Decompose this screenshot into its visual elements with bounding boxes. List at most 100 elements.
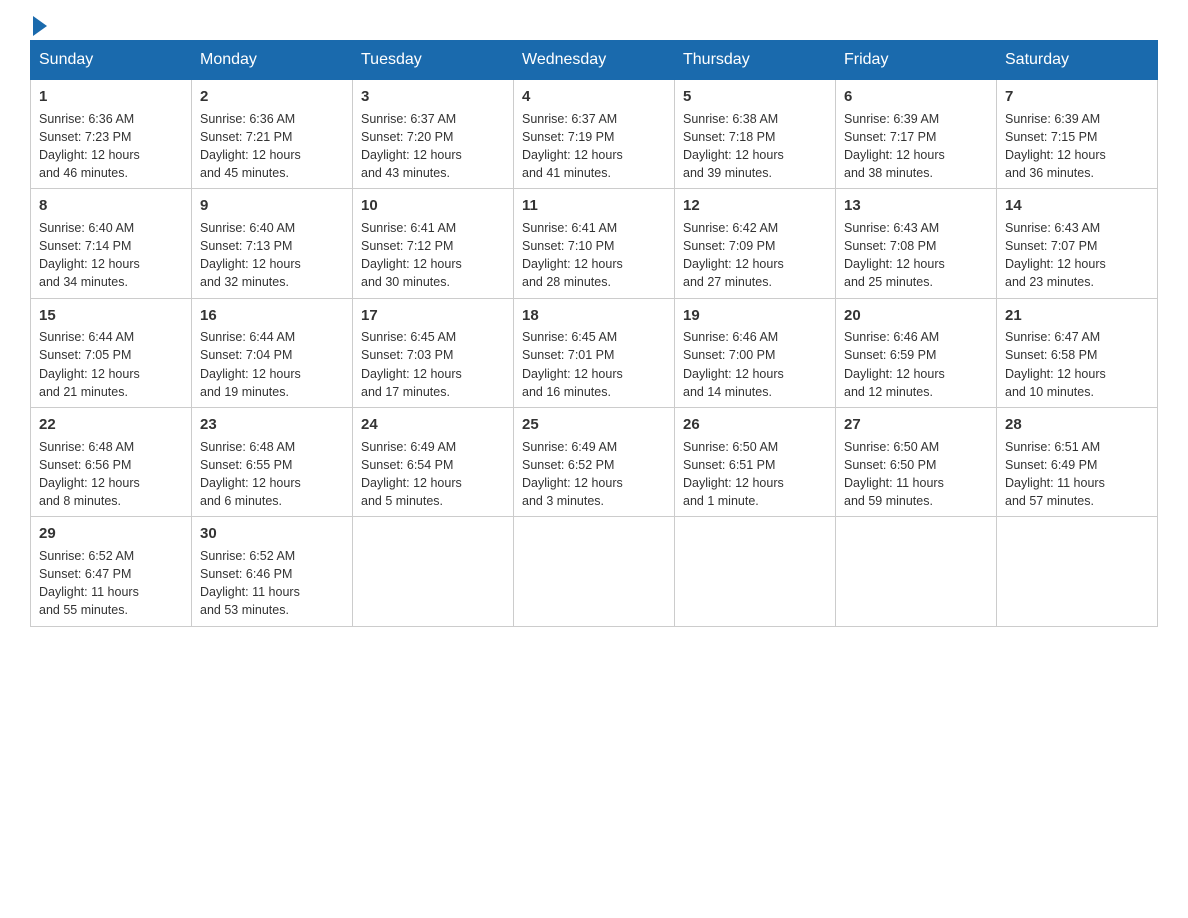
day-number: 19: [683, 305, 827, 327]
calendar-cell: 16 Sunrise: 6:44 AM Sunset: 7:04 PM Dayl…: [192, 298, 353, 407]
day-info: Sunrise: 6:48 AM Sunset: 6:56 PM Dayligh…: [39, 438, 183, 511]
calendar-cell: 9 Sunrise: 6:40 AM Sunset: 7:13 PM Dayli…: [192, 189, 353, 298]
day-info: Sunrise: 6:52 AM Sunset: 6:46 PM Dayligh…: [200, 547, 344, 620]
logo-arrow-icon: [33, 16, 47, 36]
column-header-saturday: Saturday: [997, 41, 1158, 80]
calendar-cell: 1 Sunrise: 6:36 AM Sunset: 7:23 PM Dayli…: [31, 80, 192, 189]
calendar-cell: 12 Sunrise: 6:42 AM Sunset: 7:09 PM Dayl…: [675, 189, 836, 298]
day-number: 24: [361, 414, 505, 436]
day-info: Sunrise: 6:39 AM Sunset: 7:17 PM Dayligh…: [844, 110, 988, 183]
calendar-cell: 7 Sunrise: 6:39 AM Sunset: 7:15 PM Dayli…: [997, 80, 1158, 189]
calendar-cell: [353, 517, 514, 627]
day-info: Sunrise: 6:43 AM Sunset: 7:08 PM Dayligh…: [844, 219, 988, 292]
calendar-cell: 21 Sunrise: 6:47 AM Sunset: 6:58 PM Dayl…: [997, 298, 1158, 407]
calendar-week-row: 29 Sunrise: 6:52 AM Sunset: 6:47 PM Dayl…: [31, 517, 1158, 627]
day-info: Sunrise: 6:49 AM Sunset: 6:52 PM Dayligh…: [522, 438, 666, 511]
day-info: Sunrise: 6:51 AM Sunset: 6:49 PM Dayligh…: [1005, 438, 1149, 511]
day-number: 16: [200, 305, 344, 327]
calendar-cell: 3 Sunrise: 6:37 AM Sunset: 7:20 PM Dayli…: [353, 80, 514, 189]
day-number: 15: [39, 305, 183, 327]
day-info: Sunrise: 6:44 AM Sunset: 7:04 PM Dayligh…: [200, 328, 344, 401]
calendar-cell: [514, 517, 675, 627]
calendar-cell: 29 Sunrise: 6:52 AM Sunset: 6:47 PM Dayl…: [31, 517, 192, 627]
day-info: Sunrise: 6:46 AM Sunset: 6:59 PM Dayligh…: [844, 328, 988, 401]
day-info: Sunrise: 6:37 AM Sunset: 7:20 PM Dayligh…: [361, 110, 505, 183]
column-header-tuesday: Tuesday: [353, 41, 514, 80]
day-number: 22: [39, 414, 183, 436]
calendar-cell: 11 Sunrise: 6:41 AM Sunset: 7:10 PM Dayl…: [514, 189, 675, 298]
day-number: 13: [844, 195, 988, 217]
calendar-cell: [836, 517, 997, 627]
day-number: 2: [200, 86, 344, 108]
day-info: Sunrise: 6:41 AM Sunset: 7:10 PM Dayligh…: [522, 219, 666, 292]
calendar-cell: [675, 517, 836, 627]
day-number: 1: [39, 86, 183, 108]
logo: [30, 20, 47, 30]
day-number: 5: [683, 86, 827, 108]
day-number: 9: [200, 195, 344, 217]
day-number: 28: [1005, 414, 1149, 436]
calendar-cell: 8 Sunrise: 6:40 AM Sunset: 7:14 PM Dayli…: [31, 189, 192, 298]
calendar-week-row: 22 Sunrise: 6:48 AM Sunset: 6:56 PM Dayl…: [31, 407, 1158, 516]
day-info: Sunrise: 6:43 AM Sunset: 7:07 PM Dayligh…: [1005, 219, 1149, 292]
column-header-friday: Friday: [836, 41, 997, 80]
calendar-cell: 17 Sunrise: 6:45 AM Sunset: 7:03 PM Dayl…: [353, 298, 514, 407]
day-number: 6: [844, 86, 988, 108]
calendar-cell: 27 Sunrise: 6:50 AM Sunset: 6:50 PM Dayl…: [836, 407, 997, 516]
day-info: Sunrise: 6:37 AM Sunset: 7:19 PM Dayligh…: [522, 110, 666, 183]
day-number: 18: [522, 305, 666, 327]
day-number: 14: [1005, 195, 1149, 217]
day-info: Sunrise: 6:48 AM Sunset: 6:55 PM Dayligh…: [200, 438, 344, 511]
calendar-cell: 26 Sunrise: 6:50 AM Sunset: 6:51 PM Dayl…: [675, 407, 836, 516]
day-number: 10: [361, 195, 505, 217]
day-number: 21: [1005, 305, 1149, 327]
calendar-cell: 18 Sunrise: 6:45 AM Sunset: 7:01 PM Dayl…: [514, 298, 675, 407]
day-number: 20: [844, 305, 988, 327]
day-info: Sunrise: 6:40 AM Sunset: 7:13 PM Dayligh…: [200, 219, 344, 292]
column-header-wednesday: Wednesday: [514, 41, 675, 80]
calendar-cell: 30 Sunrise: 6:52 AM Sunset: 6:46 PM Dayl…: [192, 517, 353, 627]
day-info: Sunrise: 6:39 AM Sunset: 7:15 PM Dayligh…: [1005, 110, 1149, 183]
day-info: Sunrise: 6:44 AM Sunset: 7:05 PM Dayligh…: [39, 328, 183, 401]
calendar-cell: 2 Sunrise: 6:36 AM Sunset: 7:21 PM Dayli…: [192, 80, 353, 189]
calendar-cell: 28 Sunrise: 6:51 AM Sunset: 6:49 PM Dayl…: [997, 407, 1158, 516]
day-number: 26: [683, 414, 827, 436]
day-number: 30: [200, 523, 344, 545]
calendar-table: SundayMondayTuesdayWednesdayThursdayFrid…: [30, 40, 1158, 627]
day-number: 12: [683, 195, 827, 217]
day-info: Sunrise: 6:42 AM Sunset: 7:09 PM Dayligh…: [683, 219, 827, 292]
day-number: 3: [361, 86, 505, 108]
day-info: Sunrise: 6:50 AM Sunset: 6:50 PM Dayligh…: [844, 438, 988, 511]
calendar-week-row: 15 Sunrise: 6:44 AM Sunset: 7:05 PM Dayl…: [31, 298, 1158, 407]
day-info: Sunrise: 6:36 AM Sunset: 7:21 PM Dayligh…: [200, 110, 344, 183]
day-info: Sunrise: 6:46 AM Sunset: 7:00 PM Dayligh…: [683, 328, 827, 401]
calendar-cell: 23 Sunrise: 6:48 AM Sunset: 6:55 PM Dayl…: [192, 407, 353, 516]
day-number: 8: [39, 195, 183, 217]
column-header-monday: Monday: [192, 41, 353, 80]
day-info: Sunrise: 6:36 AM Sunset: 7:23 PM Dayligh…: [39, 110, 183, 183]
day-number: 7: [1005, 86, 1149, 108]
day-info: Sunrise: 6:52 AM Sunset: 6:47 PM Dayligh…: [39, 547, 183, 620]
day-number: 11: [522, 195, 666, 217]
calendar-cell: 5 Sunrise: 6:38 AM Sunset: 7:18 PM Dayli…: [675, 80, 836, 189]
page-header: [30, 20, 1158, 30]
column-header-sunday: Sunday: [31, 41, 192, 80]
calendar-header-row: SundayMondayTuesdayWednesdayThursdayFrid…: [31, 41, 1158, 80]
calendar-cell: 6 Sunrise: 6:39 AM Sunset: 7:17 PM Dayli…: [836, 80, 997, 189]
day-number: 17: [361, 305, 505, 327]
day-info: Sunrise: 6:45 AM Sunset: 7:03 PM Dayligh…: [361, 328, 505, 401]
day-number: 4: [522, 86, 666, 108]
day-number: 23: [200, 414, 344, 436]
calendar-cell: 24 Sunrise: 6:49 AM Sunset: 6:54 PM Dayl…: [353, 407, 514, 516]
day-info: Sunrise: 6:45 AM Sunset: 7:01 PM Dayligh…: [522, 328, 666, 401]
calendar-cell: 14 Sunrise: 6:43 AM Sunset: 7:07 PM Dayl…: [997, 189, 1158, 298]
calendar-cell: 22 Sunrise: 6:48 AM Sunset: 6:56 PM Dayl…: [31, 407, 192, 516]
day-number: 29: [39, 523, 183, 545]
calendar-cell: 4 Sunrise: 6:37 AM Sunset: 7:19 PM Dayli…: [514, 80, 675, 189]
day-number: 27: [844, 414, 988, 436]
day-info: Sunrise: 6:40 AM Sunset: 7:14 PM Dayligh…: [39, 219, 183, 292]
calendar-cell: 13 Sunrise: 6:43 AM Sunset: 7:08 PM Dayl…: [836, 189, 997, 298]
calendar-cell: 19 Sunrise: 6:46 AM Sunset: 7:00 PM Dayl…: [675, 298, 836, 407]
column-header-thursday: Thursday: [675, 41, 836, 80]
day-info: Sunrise: 6:38 AM Sunset: 7:18 PM Dayligh…: [683, 110, 827, 183]
